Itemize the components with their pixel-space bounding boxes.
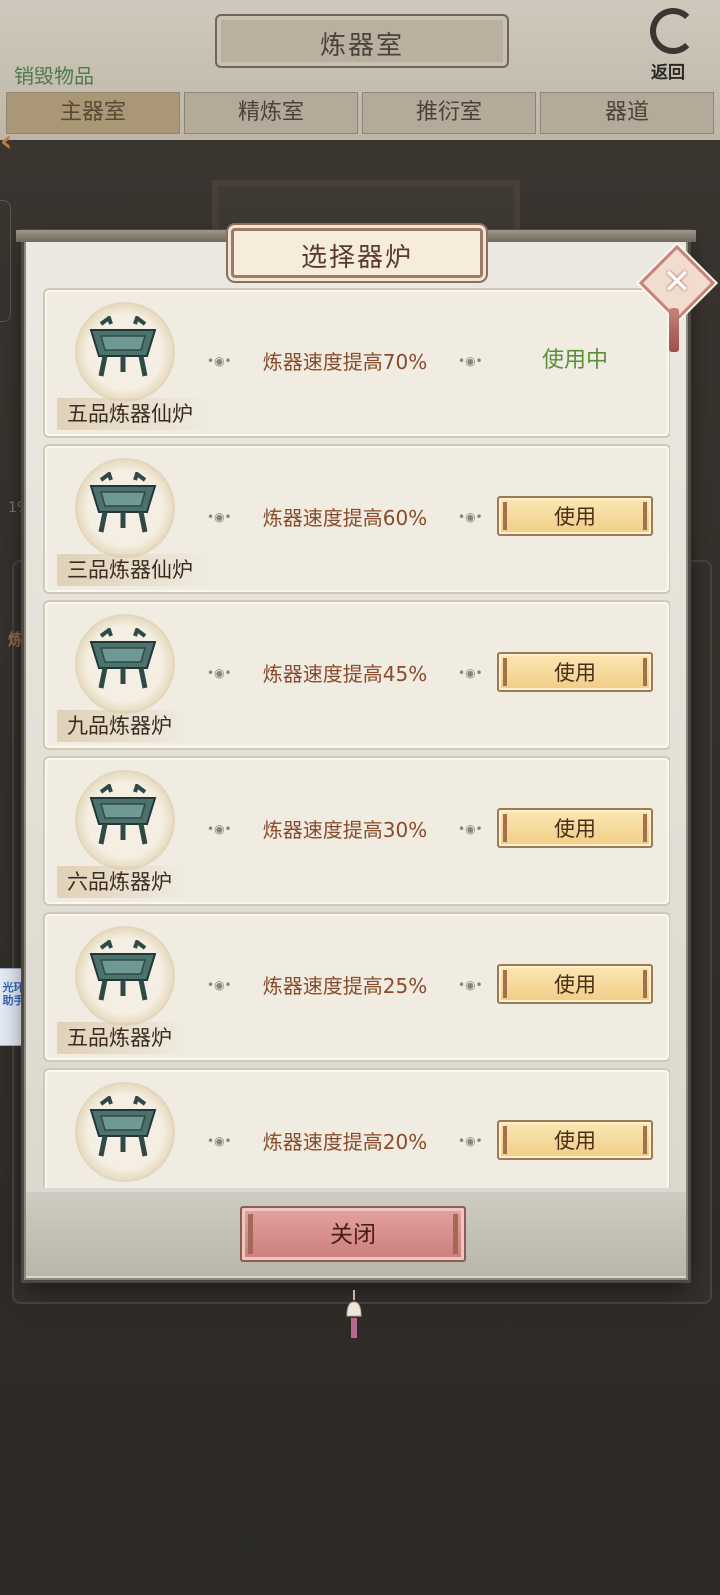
furnace-icon bbox=[89, 628, 157, 689]
ornament-icon: •◉• bbox=[207, 978, 232, 992]
back-arrow-icon bbox=[650, 8, 696, 54]
furnace-name: 五品炼器仙炉 bbox=[57, 398, 207, 430]
furnace-row: 九品炼器炉 •◉• 炼器速度提高45% •◉• 使用 bbox=[43, 600, 670, 750]
furnace-effect: 炼器速度提高45% bbox=[262, 662, 428, 686]
use-button[interactable]: 使用 bbox=[497, 496, 653, 536]
room-tabs: 主器室 精炼室 推衍室 器道 bbox=[4, 92, 716, 134]
bg-label-fragment: 炼 bbox=[8, 630, 25, 649]
ornament-icon: •◉• bbox=[458, 666, 483, 680]
furnace-icon bbox=[89, 316, 157, 377]
furnace-row: •◉• 炼器速度提高20% •◉• 使用 bbox=[43, 1068, 670, 1188]
screen-title-plaque: 炼器室 bbox=[215, 14, 509, 68]
use-button[interactable]: 使用 bbox=[497, 964, 653, 1004]
modal-header: 选择器炉 bbox=[231, 228, 483, 278]
tab-artifact-dao[interactable]: 器道 bbox=[540, 92, 714, 134]
furnace-icon bbox=[89, 472, 157, 533]
chevron-left-icon[interactable]: ‹ bbox=[0, 124, 22, 164]
ornament-icon: •◉• bbox=[458, 978, 483, 992]
furnace-row: 三品炼器仙炉 •◉• 炼器速度提高60% •◉• 使用 bbox=[43, 444, 670, 594]
ornament-icon: •◉• bbox=[207, 822, 232, 836]
ornament-icon: •◉• bbox=[207, 510, 232, 524]
tab-main-room[interactable]: 主器室 bbox=[6, 92, 180, 134]
furnace-icon bbox=[89, 784, 157, 845]
in-use-status: 使用中 bbox=[541, 348, 608, 373]
furnace-list[interactable]: 五品炼器仙炉 •◉• 炼器速度提高70% •◉• 使用中 三品炼器仙炉 •◉• … bbox=[40, 288, 670, 1188]
furnace-row: 五品炼器仙炉 •◉• 炼器速度提高70% •◉• 使用中 bbox=[43, 288, 670, 438]
tab-refine-room[interactable]: 精炼室 bbox=[184, 92, 358, 134]
modal-title: 选择器炉 bbox=[300, 243, 413, 273]
ornament-icon: •◉• bbox=[207, 1134, 232, 1148]
side-handle[interactable] bbox=[0, 200, 11, 322]
ornament-icon: •◉• bbox=[458, 510, 483, 524]
furnace-effect: 炼器速度提高60% bbox=[262, 506, 428, 530]
back-button[interactable]: 返回 bbox=[640, 8, 710, 83]
furnace-effect: 炼器速度提高30% bbox=[262, 818, 428, 842]
ornament-icon: •◉• bbox=[458, 1134, 483, 1148]
furnace-name: 五品炼器炉 bbox=[57, 1022, 186, 1054]
destroy-items-link[interactable]: 销毁物品 bbox=[14, 60, 94, 89]
furnace-name: 六品炼器炉 bbox=[57, 866, 186, 898]
tassel-decoration bbox=[669, 308, 679, 352]
furnace-row: 五品炼器炉 •◉• 炼器速度提高25% •◉• 使用 bbox=[43, 912, 670, 1062]
close-button[interactable]: 关闭 bbox=[240, 1206, 466, 1262]
furnace-effect: 炼器速度提高25% bbox=[262, 974, 428, 998]
use-button[interactable]: 使用 bbox=[497, 1120, 653, 1160]
furnace-effect: 炼器速度提高70% bbox=[262, 350, 428, 374]
ornament-icon: •◉• bbox=[458, 822, 483, 836]
furnace-row: 六品炼器炉 •◉• 炼器速度提高30% •◉• 使用 bbox=[43, 756, 670, 906]
furnace-effect: 炼器速度提高20% bbox=[262, 1130, 428, 1154]
use-button[interactable]: 使用 bbox=[497, 652, 653, 692]
furnace-name: 九品炼器炉 bbox=[57, 710, 186, 742]
use-button[interactable]: 使用 bbox=[497, 808, 653, 848]
back-label: 返回 bbox=[651, 63, 685, 83]
bell-icon bbox=[346, 1290, 362, 1338]
furnace-icon bbox=[89, 940, 157, 1001]
furnace-icon bbox=[89, 1096, 157, 1157]
helper-tab-label: 光环助手 bbox=[2, 981, 25, 1007]
ornament-icon: •◉• bbox=[207, 354, 232, 368]
ornament-icon: •◉• bbox=[458, 354, 483, 368]
ornament-icon: •◉• bbox=[207, 666, 232, 680]
screen-title: 炼器室 bbox=[319, 31, 404, 61]
furnace-select-modal: 选择器炉 五品炼器仙炉 •◉• 炼器速度提高70% •◉• 使用中 三品炼器仙炉… bbox=[16, 228, 696, 1280]
furnace-name: 三品炼器仙炉 bbox=[57, 554, 207, 586]
tab-deduce-room[interactable]: 推衍室 bbox=[362, 92, 536, 134]
